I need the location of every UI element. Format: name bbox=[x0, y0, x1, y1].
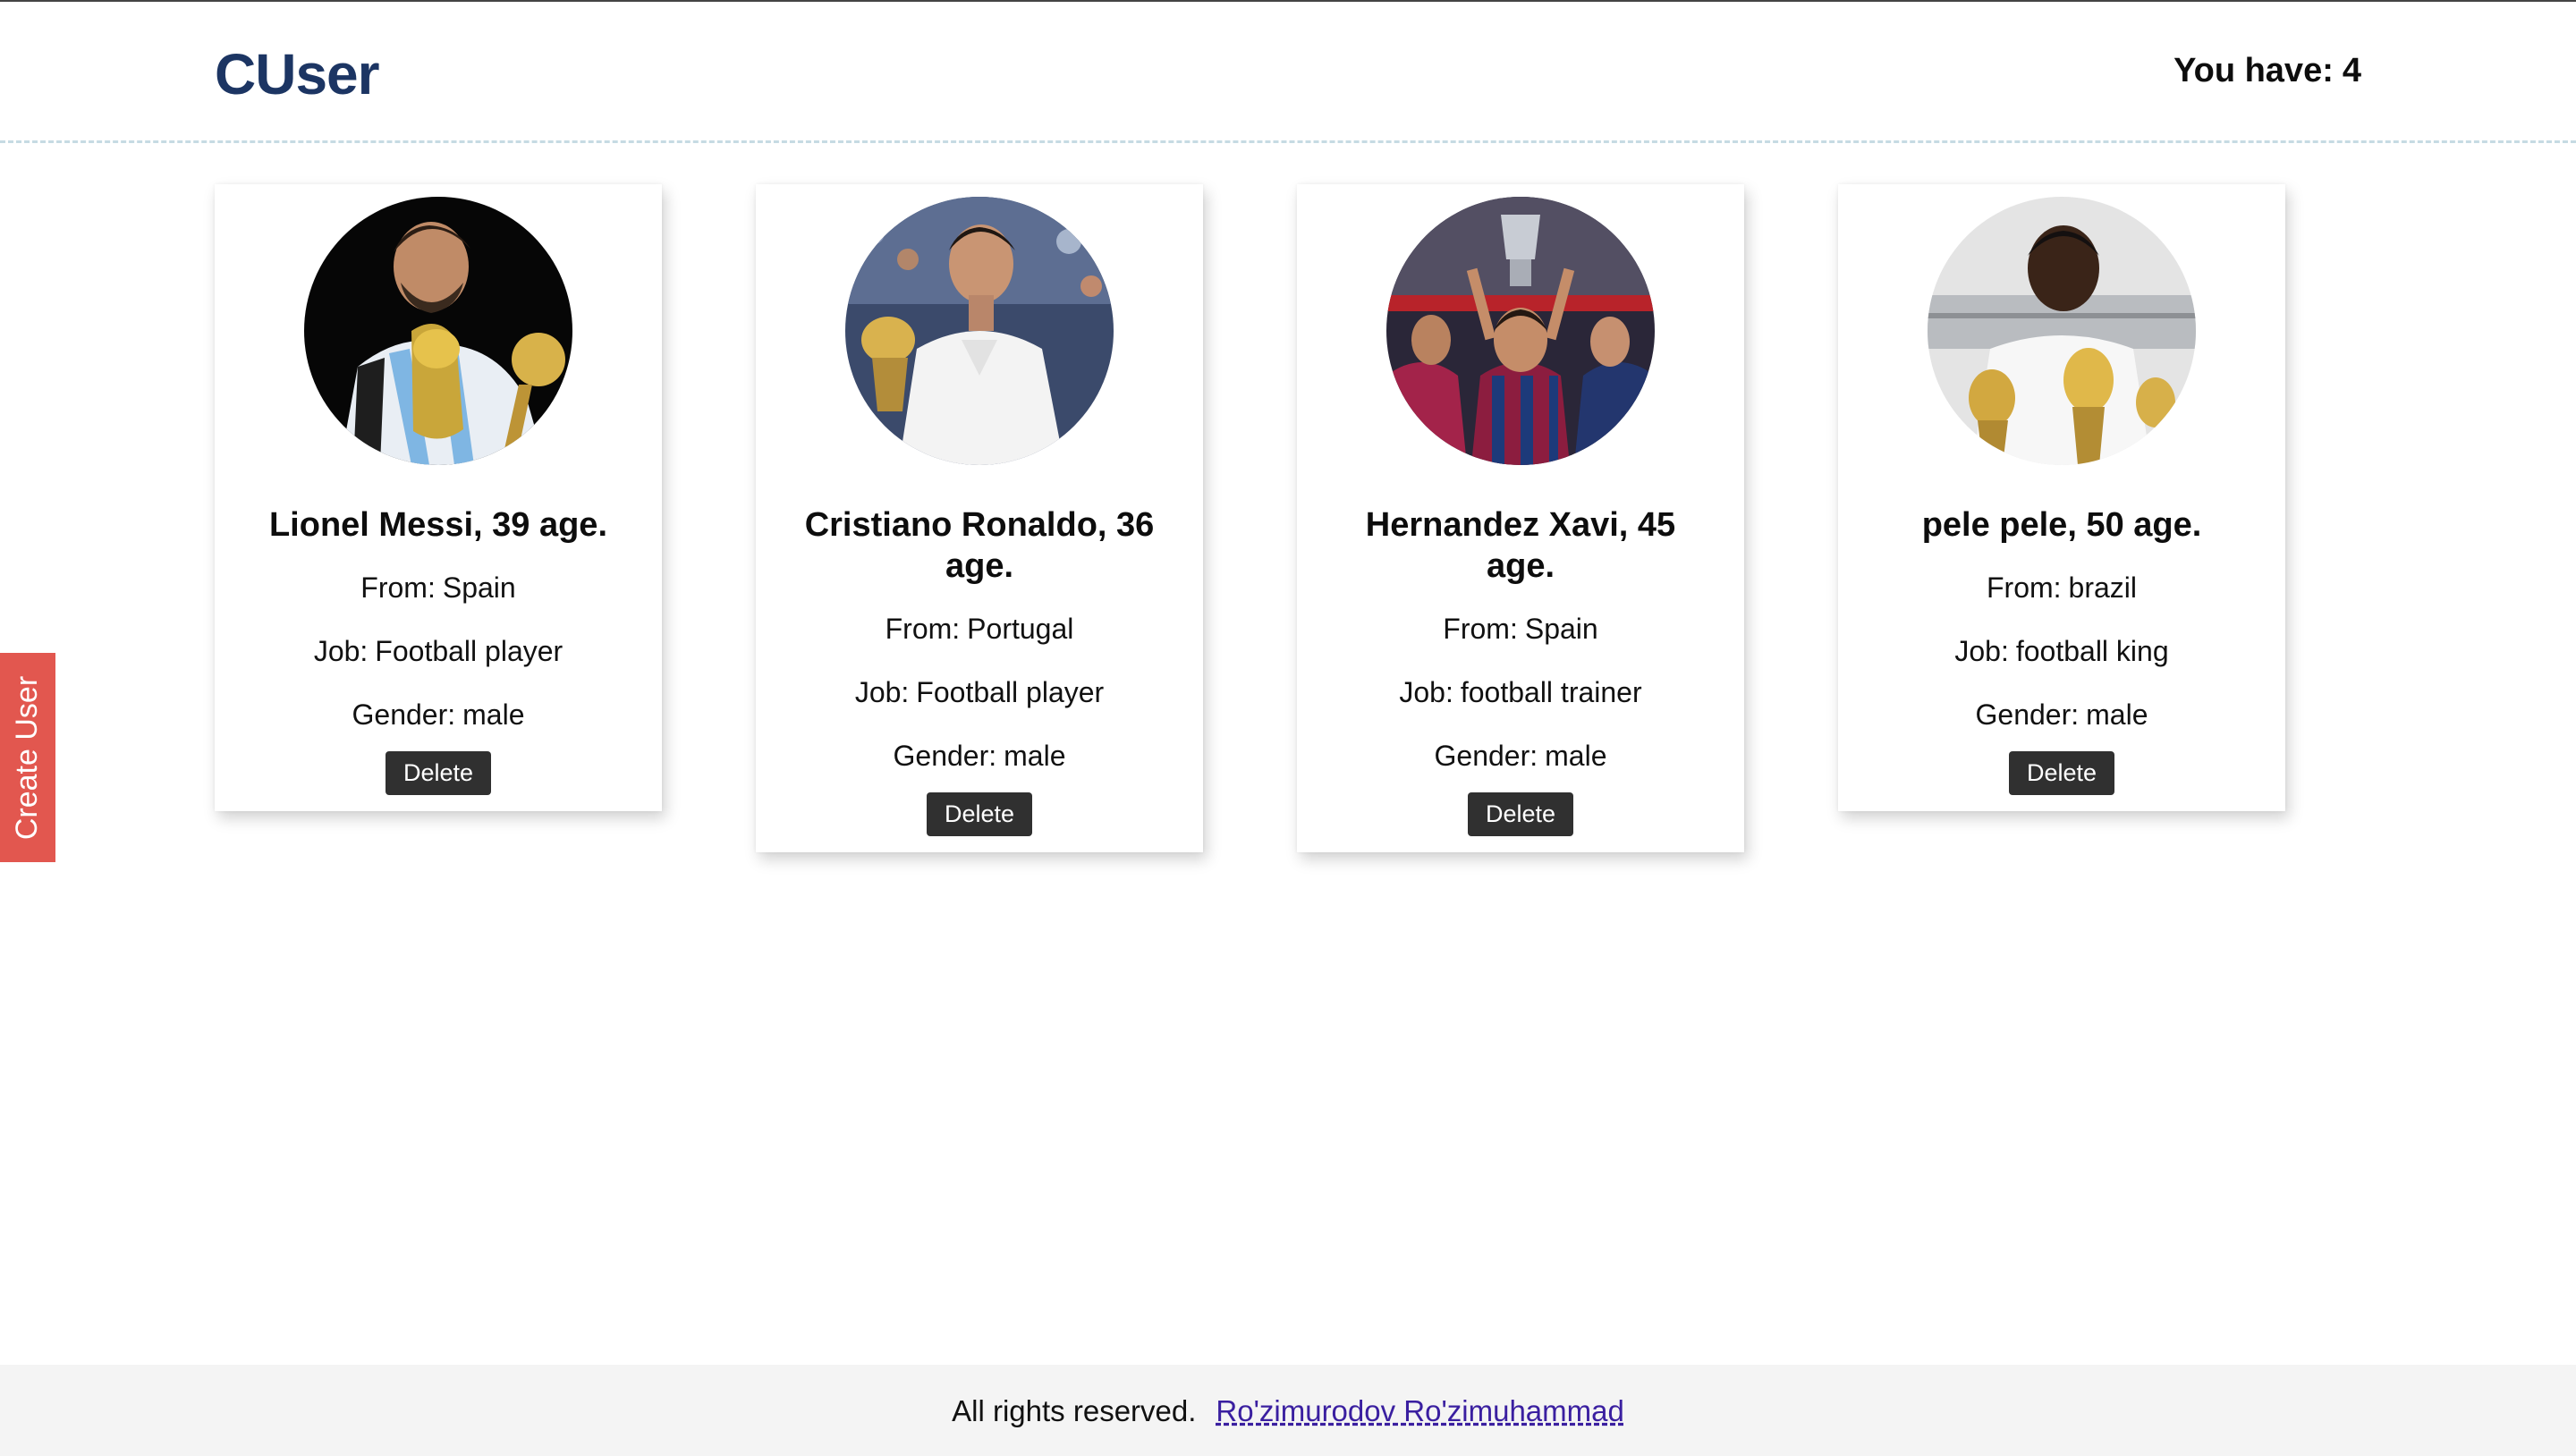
from-label: From: bbox=[360, 571, 436, 604]
user-name: Lionel Messi, 39 age. bbox=[268, 506, 608, 544]
user-from: From: Spain bbox=[360, 571, 515, 605]
user-avatar bbox=[845, 197, 1114, 465]
app-page: CUser You have: 4 Create User Lionel Mes… bbox=[0, 0, 2576, 1456]
user-avatar bbox=[304, 197, 572, 465]
footer-text: All rights reserved. bbox=[952, 1394, 1197, 1427]
job-label: Job: bbox=[854, 676, 910, 708]
delete-button[interactable]: Delete bbox=[2008, 751, 2115, 795]
author-link[interactable]: Ro'zimurodov Ro'zimuhammad bbox=[1216, 1394, 1623, 1428]
user-gender: Gender: male bbox=[1435, 739, 1607, 773]
delete-button[interactable]: Delete bbox=[1467, 792, 1574, 836]
user-count: You have: 4 bbox=[2174, 52, 2361, 90]
pele-photo bbox=[1928, 197, 2196, 465]
user-from: From: Portugal bbox=[886, 612, 1074, 646]
job-value: Football player bbox=[916, 676, 1105, 708]
gender-value: male bbox=[462, 698, 525, 731]
user-avatar bbox=[1928, 197, 2196, 465]
gender-label: Gender: bbox=[893, 740, 997, 772]
user-job: Job: Football player bbox=[855, 675, 1104, 709]
gender-label: Gender: bbox=[1434, 740, 1538, 772]
user-gender: Gender: male bbox=[894, 739, 1066, 773]
user-gender: Gender: male bbox=[1976, 698, 2148, 732]
user-card: Lionel Messi, 39 age. From: Spain Job: Foo… bbox=[215, 184, 662, 811]
gender-value: male bbox=[1004, 740, 1066, 772]
gender-label: Gender: bbox=[1975, 698, 2080, 731]
from-label: From: bbox=[885, 613, 961, 645]
logo[interactable]: CUser bbox=[215, 41, 380, 107]
from-value: Spain bbox=[1524, 613, 1598, 645]
user-count-label: You have: bbox=[2174, 52, 2334, 89]
user-card: Hernandez Xavi, 45 age. From: Spain Job: f… bbox=[1297, 184, 1744, 852]
from-label: From: bbox=[1443, 613, 1518, 645]
user-avatar bbox=[1386, 197, 1655, 465]
from-value: Spain bbox=[442, 571, 516, 604]
delete-button[interactable]: Delete bbox=[385, 751, 492, 795]
job-label: Job: bbox=[1399, 676, 1453, 708]
create-user-button[interactable]: Create User bbox=[0, 653, 55, 862]
delete-button[interactable]: Delete bbox=[926, 792, 1033, 836]
from-label: From: bbox=[1986, 571, 2062, 604]
ronaldo-photo bbox=[845, 197, 1114, 465]
gender-value: male bbox=[1545, 740, 1607, 772]
user-job: Job: Football player bbox=[314, 634, 563, 668]
user-job: Job: football king bbox=[1954, 634, 2168, 668]
job-label: Job: bbox=[1954, 635, 2009, 667]
user-card: pele pele, 50 age. From: brazil Job: footb… bbox=[1838, 184, 2285, 811]
user-from: From: Spain bbox=[1443, 612, 1597, 646]
user-card: Cristiano Ronaldo, 36 age. From: Portugal… bbox=[756, 184, 1203, 852]
job-value: Football player bbox=[375, 635, 564, 667]
job-label: Job: bbox=[313, 635, 369, 667]
user-count-value: 4 bbox=[2342, 52, 2361, 89]
user-from: From: brazil bbox=[1987, 571, 2137, 605]
create-user-label: Create User bbox=[10, 675, 45, 840]
user-name: pele pele, 50 age. bbox=[1921, 506, 2202, 544]
job-value: football trainer bbox=[1460, 676, 1642, 708]
user-gender: Gender: male bbox=[352, 698, 525, 732]
from-value: brazil bbox=[2068, 571, 2137, 604]
user-name: Cristiano Ronaldo, 36 age. bbox=[804, 506, 1155, 585]
xavi-photo bbox=[1386, 197, 1655, 465]
job-value: football king bbox=[2015, 635, 2169, 667]
site-header: CUser You have: 4 bbox=[0, 2, 2576, 143]
messi-photo bbox=[304, 197, 572, 465]
site-footer: All rights reserved. Ro'zimurodov Ro'zim… bbox=[0, 1365, 2576, 1456]
gender-label: Gender: bbox=[352, 698, 456, 731]
user-job: Job: football trainer bbox=[1399, 675, 1641, 709]
from-value: Portugal bbox=[967, 613, 1074, 645]
user-name: Hernandez Xavi, 45 age. bbox=[1365, 506, 1676, 585]
gender-value: male bbox=[2086, 698, 2148, 731]
